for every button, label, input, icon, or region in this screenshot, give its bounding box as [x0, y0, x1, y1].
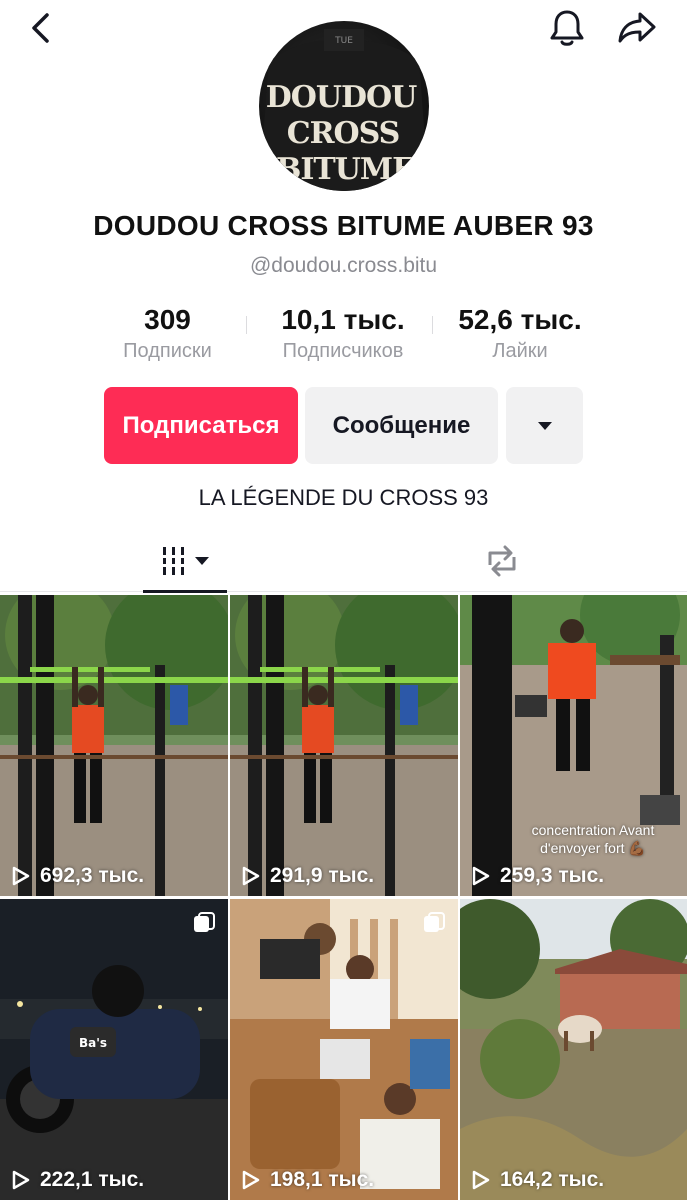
content-tabs — [0, 530, 687, 593]
stat-followers-value: 10,1 тыс. — [281, 304, 405, 335]
view-count: 692,3 тыс. — [10, 864, 144, 888]
stat-likes[interactable]: 52,6 тыс. Лайки — [440, 302, 600, 364]
video-thumbnail-image — [230, 899, 458, 1200]
stat-likes-label: Лайки — [492, 340, 548, 362]
view-count-text: 291,9 тыс. — [270, 864, 375, 887]
svg-text:TUE: TUE — [334, 36, 353, 46]
profile-bio: LA LÉGENDE DU CROSS 93 — [198, 485, 489, 510]
video-thumbnail[interactable]: 291,9 тыс. — [230, 595, 458, 896]
back-arrow-icon[interactable] — [20, 8, 60, 48]
avatar-logo: TUE DOUDOU CROSS BITUME — [259, 29, 429, 191]
play-icon — [472, 1170, 490, 1190]
view-count-text: 222,1 тыс. — [40, 1168, 145, 1191]
stat-followers[interactable]: 10,1 тыс. Подписчиков — [262, 302, 424, 364]
caret-down-icon — [537, 421, 552, 430]
view-count: 222,1 тыс. — [10, 1168, 144, 1192]
video-thumbnail-image: Ba's — [0, 899, 228, 1200]
stat-following-value: 309 — [144, 304, 191, 335]
active-tab-indicator — [143, 590, 227, 593]
profile-handle: @doudou.cross.bitu — [249, 254, 438, 277]
profile-stats: 309 Подписки 10,1 тыс. Подписчиков 52,6 … — [0, 302, 687, 364]
play-icon — [12, 1170, 30, 1190]
stat-divider — [432, 316, 433, 334]
video-thumbnail[interactable]: 692,3 тыс. — [0, 595, 228, 896]
play-icon — [242, 1170, 260, 1190]
svg-text:CROSS: CROSS — [287, 116, 400, 151]
video-thumbnail[interactable]: 164,2 тыс. — [460, 899, 687, 1200]
view-count: 291,9 тыс. — [240, 864, 374, 888]
stat-divider — [246, 316, 247, 334]
play-icon — [472, 866, 490, 886]
video-thumbnail[interactable]: 198,1 тыс. — [230, 899, 458, 1200]
view-count: 164,2 тыс. — [470, 1168, 604, 1192]
view-count-text: 692,3 тыс. — [40, 864, 145, 887]
video-thumbnail[interactable]: concentration Avant d'envoyer fort 💪🏾 25… — [460, 595, 687, 896]
grid-bars-icon — [159, 547, 209, 575]
stat-following-label: Подписки — [123, 340, 212, 362]
play-icon — [242, 866, 260, 886]
view-count-text: 164,2 тыс. — [500, 1168, 605, 1191]
multi-photo-icon — [194, 912, 215, 932]
profile-name: DOUDOU CROSS BITUME AUBER 93 — [93, 210, 594, 241]
play-icon — [12, 866, 30, 886]
video-thumbnail-image — [230, 595, 458, 896]
message-button[interactable]: Сообщение — [305, 387, 498, 464]
multi-photo-icon — [424, 912, 445, 932]
more-options-button[interactable] — [506, 387, 583, 464]
video-grid: 692,3 тыс. 291,9 тыс. concentration Avan… — [0, 595, 687, 1200]
share-arrow-icon[interactable] — [614, 6, 660, 50]
view-count: 259,3 тыс. — [470, 864, 604, 888]
video-thumbnail[interactable]: Ba's 222,1 тыс. — [0, 899, 228, 1200]
profile-actions: Подписаться Сообщение — [0, 387, 687, 465]
bell-icon[interactable] — [545, 6, 589, 50]
view-count-text: 198,1 тыс. — [270, 1168, 375, 1191]
tab-videos[interactable] — [143, 530, 227, 592]
profile-avatar[interactable]: TUE DOUDOU CROSS BITUME — [259, 21, 429, 191]
svg-text:Ba's: Ba's — [79, 1036, 107, 1050]
video-thumbnail-image — [460, 899, 687, 1200]
view-count: 198,1 тыс. — [240, 1168, 374, 1192]
stat-followers-label: Подписчиков — [282, 340, 404, 362]
view-count-text: 259,3 тыс. — [500, 864, 605, 887]
video-caption: concentration Avant d'envoyer fort 💪🏾 — [531, 822, 655, 856]
stat-following[interactable]: 309 Подписки — [100, 302, 235, 364]
follow-button[interactable]: Подписаться — [104, 387, 298, 464]
video-thumbnail-image — [0, 595, 228, 896]
tab-reposts[interactable] — [460, 530, 544, 592]
svg-text:BITUME: BITUME — [276, 152, 414, 187]
repost-icon — [488, 545, 516, 577]
stat-likes-value: 52,6 тыс. — [458, 304, 582, 335]
svg-text:DOUDOU: DOUDOU — [266, 80, 417, 115]
